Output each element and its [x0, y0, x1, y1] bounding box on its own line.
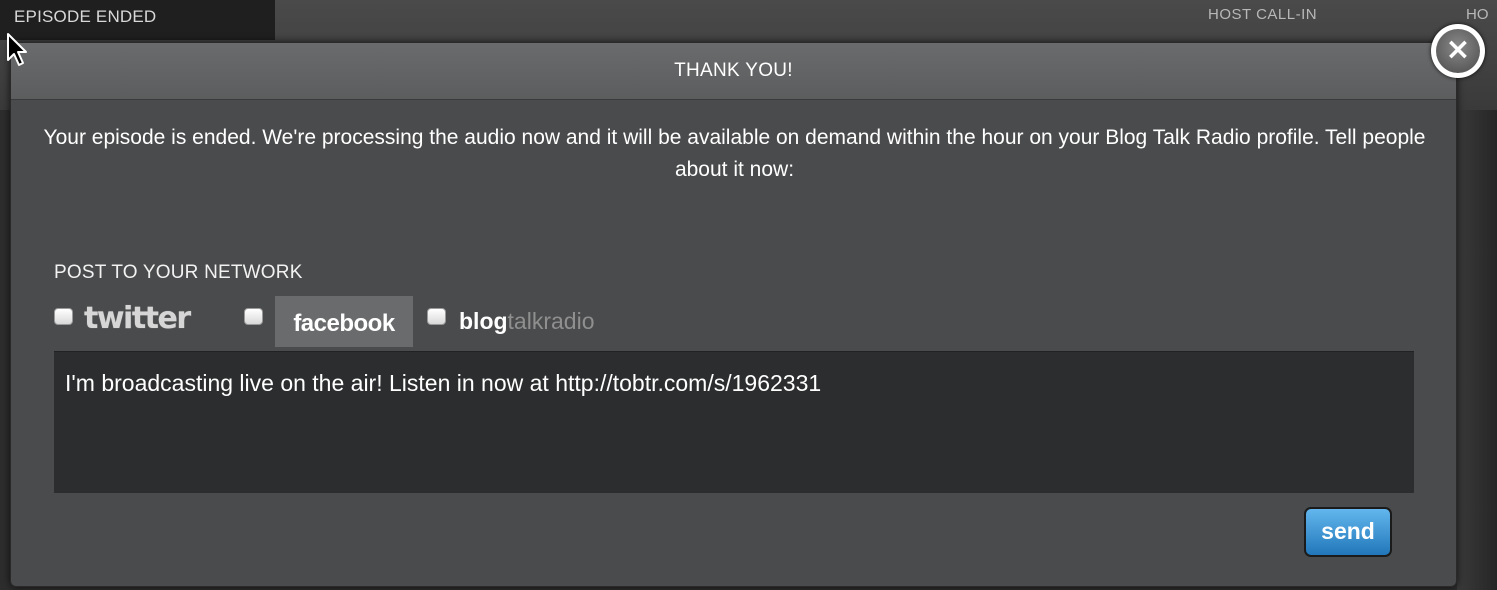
episode-status: EPISODE ENDED	[0, 0, 275, 40]
mouse-cursor-icon	[7, 33, 27, 66]
post-message-textarea[interactable]: I'm broadcasting live on the air! Listen…	[54, 351, 1414, 493]
network-options: twitter facebook blogtalkradio	[54, 296, 754, 358]
host-call-in-label: HOST CALL-IN	[1208, 6, 1318, 23]
blogtalkradio-checkbox[interactable]	[427, 308, 446, 325]
dialog-message: Your episode is ended. We're processing …	[43, 126, 1426, 181]
blogtalkradio-logo-talkradio: talkradio	[507, 308, 595, 334]
close-icon: ×	[1436, 29, 1480, 73]
twitter-checkbox[interactable]	[54, 308, 73, 325]
dialog-title: THANK YOU!	[11, 43, 1456, 100]
facebook-checkbox[interactable]	[244, 308, 263, 325]
thank-you-dialog: THANK YOU! Your episode is ended. We're …	[10, 42, 1457, 587]
app-side-strip	[1457, 110, 1497, 590]
blogtalkradio-logo-blog: blog	[459, 308, 508, 334]
blogtalkradio-logo: blogtalkradio	[459, 306, 594, 336]
close-button[interactable]: ×	[1431, 24, 1485, 78]
facebook-logo: facebook	[275, 296, 413, 347]
post-to-network-label: POST TO YOUR NETWORK	[54, 262, 303, 283]
send-button[interactable]: send	[1304, 507, 1392, 557]
twitter-logo: twitter	[84, 301, 191, 336]
host-label-partial: HO	[1466, 6, 1489, 23]
